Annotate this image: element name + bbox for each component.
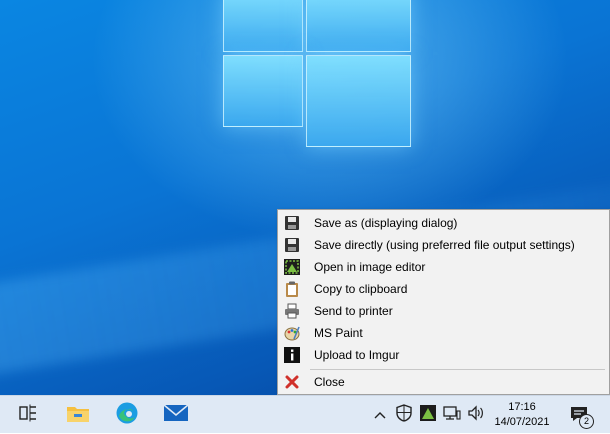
task-view-icon xyxy=(18,404,38,427)
clock-date: 14/07/2021 xyxy=(494,416,550,428)
windows-logo-pane xyxy=(306,55,411,147)
show-hidden-icons-button[interactable] xyxy=(372,396,388,434)
close-icon xyxy=(284,374,300,390)
paint-palette-icon xyxy=(284,325,300,341)
printer-icon xyxy=(284,303,300,319)
menu-item-label: Close xyxy=(314,375,345,389)
volume-tray-button[interactable] xyxy=(466,396,486,434)
menu-item-send-to-printer[interactable]: Send to printer xyxy=(280,300,607,322)
taskbar: 17:16 14/07/2021 2 xyxy=(0,395,610,433)
greenshot-tray-button[interactable] xyxy=(418,396,438,434)
windows-logo-pane xyxy=(223,55,303,127)
taskbar-clock[interactable]: 17:16 14/07/2021 xyxy=(492,400,552,430)
chevron-up-icon xyxy=(374,406,386,424)
floppy-disk-icon xyxy=(284,237,300,253)
menu-item-copy-to-clipboard[interactable]: Copy to clipboard xyxy=(280,278,607,300)
tray-context-menu: Save as (displaying dialog) Save directl… xyxy=(277,209,610,395)
edge-browser-button[interactable] xyxy=(111,396,143,434)
clock-time: 17:16 xyxy=(508,401,536,413)
folder-icon xyxy=(66,403,90,428)
menu-item-label: Save directly (using preferred file outp… xyxy=(314,238,575,252)
notification-count-badge: 2 xyxy=(579,414,594,429)
windows-logo-pane xyxy=(306,0,411,52)
edge-browser-icon xyxy=(115,401,139,430)
menu-item-label: Upload to Imgur xyxy=(314,348,400,362)
menu-item-label: Save as (displaying dialog) xyxy=(314,216,458,230)
menu-separator xyxy=(310,369,605,370)
shield-icon xyxy=(396,403,412,427)
floppy-disk-icon xyxy=(284,215,300,231)
mail-icon xyxy=(163,403,189,428)
file-explorer-button[interactable] xyxy=(62,396,94,434)
greenshot-icon xyxy=(420,404,436,426)
network-icon xyxy=(443,405,461,426)
menu-item-upload-to-imgur[interactable]: Upload to Imgur xyxy=(280,344,607,366)
menu-item-label: Send to printer xyxy=(314,304,393,318)
security-tray-button[interactable] xyxy=(394,396,414,434)
menu-item-ms-paint[interactable]: MS Paint xyxy=(280,322,607,344)
menu-item-save-directly[interactable]: Save directly (using preferred file outp… xyxy=(280,234,607,256)
windows-logo-pane xyxy=(223,0,303,52)
menu-item-save-as[interactable]: Save as (displaying dialog) xyxy=(280,212,607,234)
menu-item-label: Copy to clipboard xyxy=(314,282,408,296)
notification-icon: 2 xyxy=(569,405,594,429)
menu-item-label: Open in image editor xyxy=(314,260,426,274)
menu-item-open-in-image-editor[interactable]: Open in image editor xyxy=(280,256,607,278)
action-center-button[interactable]: 2 xyxy=(566,396,594,434)
image-editor-icon xyxy=(284,259,300,275)
task-view-button[interactable] xyxy=(14,396,42,434)
network-tray-button[interactable] xyxy=(442,396,462,434)
clipboard-icon xyxy=(284,281,300,297)
imgur-info-icon xyxy=(284,347,300,363)
menu-item-label: MS Paint xyxy=(314,326,363,340)
mail-app-button[interactable] xyxy=(160,396,192,434)
speaker-icon xyxy=(467,404,485,426)
menu-item-close[interactable]: Close xyxy=(280,371,607,393)
